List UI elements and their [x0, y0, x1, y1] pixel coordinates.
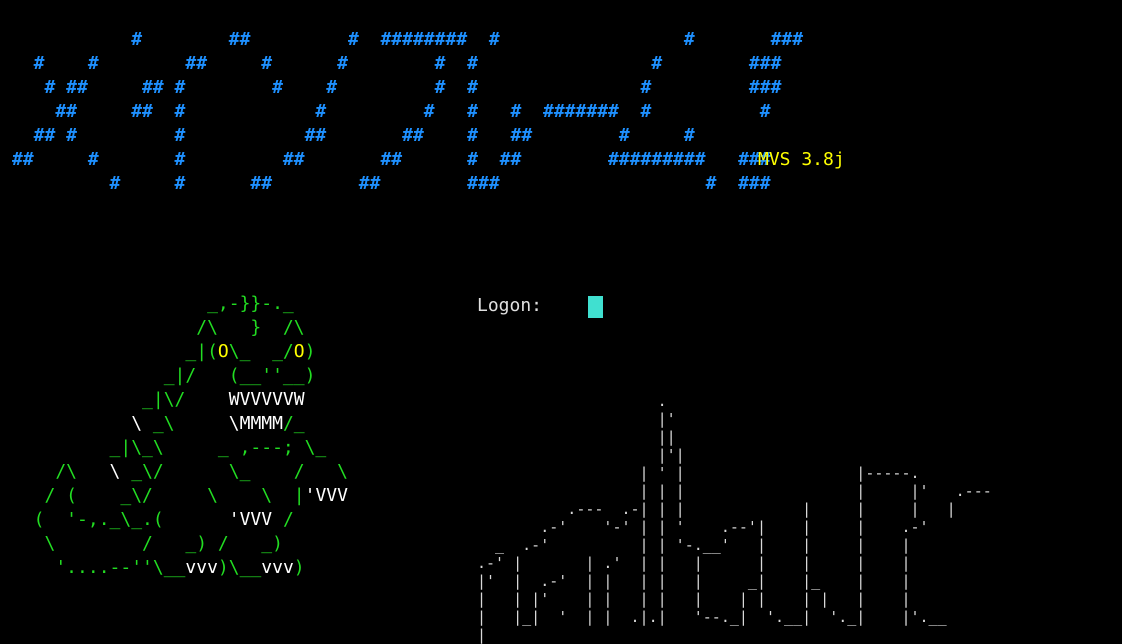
monster-body-segment: ) [304, 341, 316, 362]
monster-body-segment: \_ _/ [228, 341, 294, 362]
monster-body-segment: _,-}}-._ [12, 293, 294, 314]
monster-body-segment: _\/ \_ / \ [131, 461, 348, 482]
monster-body-segment: '....--''\__ [12, 557, 186, 578]
monster-teeth-segment: 'VVV [228, 509, 273, 530]
monster-teeth-segment: vvv [261, 557, 294, 578]
tk4-ascii-banner: # ## # ######## # # ### # # ## # # # # #… [12, 29, 804, 194]
monster-body-segment: / ( _\/ \ \ | [12, 485, 305, 506]
monster-teeth-segment: \ [228, 413, 240, 434]
godzilla-ascii-art: _,-}}-._ /\ } /\ _|(O\_ _/O) _|/ (__''__… [12, 292, 348, 580]
monster-body-segment: /_ [282, 413, 305, 434]
monster-teeth-segment: \ [131, 413, 153, 434]
monster-body-segment: /\ [12, 461, 110, 482]
monster-body-segment: _|( [12, 341, 218, 362]
monster-body-segment: /\ } /\ [12, 317, 305, 338]
monster-body-segment: ) [293, 557, 305, 578]
mvs-version-label: MVS 3.8j [758, 149, 845, 170]
logon-input-cursor[interactable] [588, 296, 603, 318]
monster-body-segment [12, 413, 131, 434]
monster-teeth-segment: MMMM [239, 413, 283, 434]
monster-body-segment: _|/ (__''__) [12, 365, 316, 386]
monster-eyes-segment: O [217, 341, 229, 362]
monster-body-segment: _\ [152, 413, 229, 434]
monster-teeth-segment: vvv [185, 557, 218, 578]
monster-body-segment: / [272, 509, 294, 530]
monster-body-segment: )\__ [217, 557, 262, 578]
monster-body-segment: ( '-,._\_.( [12, 509, 229, 530]
monster-eyes-segment: O [293, 341, 305, 362]
monster-body-segment: _|\/ [12, 389, 229, 410]
monster-teeth-segment: 'VVV [304, 485, 348, 506]
terminal-screen: # ## # ######## # # ### # # ## # # # # #… [0, 0, 1122, 644]
logon-prompt-label: Logon: [477, 295, 543, 316]
monster-teeth-segment: \ [109, 461, 132, 482]
monster-body-segment: \ / _) / _) [12, 533, 283, 554]
city-skyline-ascii-art: . |' || |'| | ' | |-----. | | | | |' .--… [477, 392, 992, 644]
monster-body-segment: _|\_\ _ ,---; \_ [12, 437, 327, 458]
monster-teeth-segment: WVVVVVW [228, 389, 305, 410]
